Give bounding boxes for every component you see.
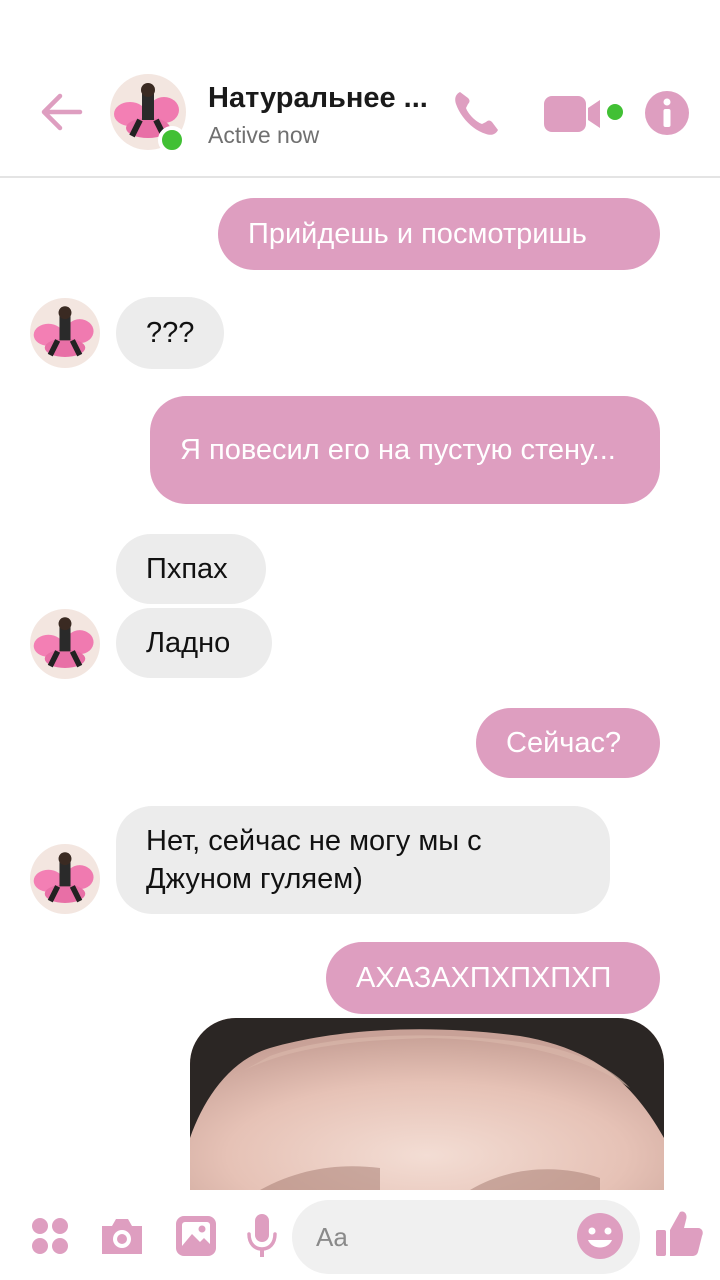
message-input-placeholder: Aa xyxy=(316,1222,348,1252)
message-outgoing[interactable]: Я повесил его на пустую стену... xyxy=(150,396,660,504)
thumbs-up-icon[interactable] xyxy=(654,1208,704,1260)
message-incoming[interactable]: Нет, сейчас не могу мы с Джуном гуляем) xyxy=(116,806,610,914)
gallery-icon[interactable] xyxy=(174,1214,218,1258)
message-incoming[interactable]: Ладно xyxy=(116,608,272,678)
message-incoming[interactable]: Пхпах xyxy=(116,534,266,604)
phone-icon[interactable] xyxy=(448,86,504,142)
emoji-icon[interactable] xyxy=(576,1212,624,1260)
apps-icon[interactable] xyxy=(30,1216,70,1256)
back-arrow-icon[interactable] xyxy=(36,86,88,138)
sender-avatar[interactable] xyxy=(30,298,100,368)
message-outgoing[interactable]: Сейчас? xyxy=(476,708,660,778)
info-icon[interactable] xyxy=(644,90,690,136)
online-indicator xyxy=(158,126,186,154)
sender-avatar[interactable] xyxy=(30,609,100,679)
sender-avatar[interactable] xyxy=(30,844,100,914)
message-outgoing[interactable]: АХАЗАХПХПХПХП xyxy=(326,942,660,1014)
camera-icon[interactable] xyxy=(98,1214,146,1258)
video-camera-icon[interactable] xyxy=(542,92,626,136)
message-outgoing[interactable]: Прийдешь и посмотришь xyxy=(218,198,660,270)
microphone-icon[interactable] xyxy=(244,1212,280,1260)
contact-status: Active now xyxy=(208,122,320,148)
photo-attachment[interactable] xyxy=(190,1018,664,1190)
conversation-header: Натуральнее ... Active now xyxy=(0,0,720,178)
message-incoming[interactable]: ??? xyxy=(116,297,224,369)
contact-name[interactable]: Натуральнее ... xyxy=(208,82,428,115)
